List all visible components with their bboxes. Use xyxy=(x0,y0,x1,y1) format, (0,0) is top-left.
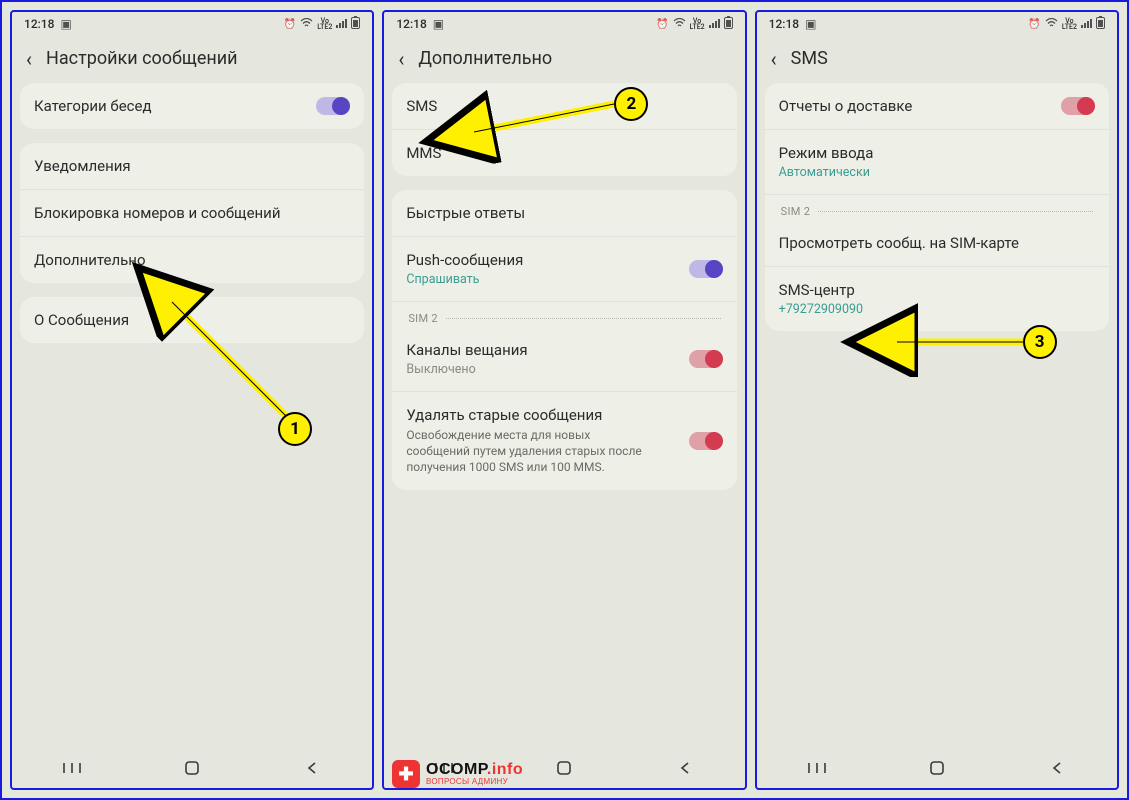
titlebar: ‹ Дополнительно xyxy=(384,36,744,83)
row-sublabel: Выключено xyxy=(406,362,527,377)
row-categories[interactable]: Категории бесед xyxy=(20,83,364,129)
page-title: SMS xyxy=(791,48,828,69)
row-label: О Сообщения xyxy=(34,311,129,329)
row-label: Категории бесед xyxy=(34,97,152,115)
lte-icon: VoLTE2 xyxy=(317,18,332,31)
nav-home-icon[interactable] xyxy=(553,759,575,777)
row-label: Отчеты о доставке xyxy=(779,97,913,115)
row-label: Удалять старые сообщения xyxy=(406,406,656,424)
navbar xyxy=(12,748,372,788)
signal-icon xyxy=(336,18,347,31)
row-sublabel: Спрашивать xyxy=(406,272,523,287)
row-block[interactable]: Блокировка номеров и сообщений xyxy=(20,190,364,237)
row-description: Освобождение места для новых сообщений п… xyxy=(406,427,656,476)
row-label: Уведомления xyxy=(34,157,131,175)
row-label: Режим ввода xyxy=(779,144,874,162)
signal-icon xyxy=(1081,18,1092,31)
titlebar: ‹ SMS xyxy=(757,36,1117,83)
toggle-push[interactable] xyxy=(689,260,723,278)
nav-back-icon[interactable] xyxy=(674,759,696,777)
navbar xyxy=(757,748,1117,788)
row-sublabel: Автоматически xyxy=(779,165,874,180)
watermark-title: OCOMP xyxy=(426,761,487,778)
nav-home-icon[interactable] xyxy=(181,759,203,777)
battery-icon xyxy=(351,16,360,32)
row-delivery-reports[interactable]: Отчеты о доставке xyxy=(765,83,1109,130)
alarm-icon: ⏰ xyxy=(656,19,668,30)
toggle-categories[interactable] xyxy=(316,97,350,115)
alarm-icon: ⏰ xyxy=(284,19,296,30)
battery-icon xyxy=(1096,16,1105,32)
status-bar: 12:18 ▣ ⏰ VoLTE2 xyxy=(757,12,1117,36)
row-label: SMS xyxy=(406,97,437,115)
row-quick-replies[interactable]: Быстрые ответы xyxy=(392,190,736,237)
panel-message-settings: 12:18 ▣ ⏰ VoLTE2 ‹ Настройки сообщений xyxy=(10,10,374,790)
status-time: 12:18 xyxy=(396,17,426,31)
back-icon[interactable]: ‹ xyxy=(771,49,777,69)
status-time: 12:18 xyxy=(24,17,54,31)
toggle-channels[interactable] xyxy=(689,350,723,368)
status-bar: 12:18 ▣ ⏰ VoLTE2 xyxy=(12,12,372,36)
wifi-icon xyxy=(1045,18,1058,31)
nav-recents-icon[interactable] xyxy=(806,759,828,777)
nav-home-icon[interactable] xyxy=(926,759,948,777)
row-label: Push-сообщения xyxy=(406,251,523,269)
picture-icon: ▣ xyxy=(805,17,816,31)
row-label: SMS-центр xyxy=(779,281,863,299)
section-sim2: SIM 2 xyxy=(765,195,1109,220)
row-notifications[interactable]: Уведомления xyxy=(20,143,364,190)
lte-icon: VoLTE2 xyxy=(690,18,705,31)
section-sim2: SIM 2 xyxy=(392,302,736,327)
page-title: Настройки сообщений xyxy=(46,48,238,69)
back-icon[interactable]: ‹ xyxy=(26,49,32,69)
row-label: Просмотреть сообщ. на SIM-карте xyxy=(779,234,1019,252)
wifi-icon xyxy=(673,18,686,31)
annotation-badge-1: 1 xyxy=(278,412,312,446)
row-view-sim[interactable]: Просмотреть сообщ. на SIM-карте xyxy=(765,220,1109,267)
row-push[interactable]: Push-сообщения Спрашивать xyxy=(392,237,736,302)
status-time: 12:18 xyxy=(769,17,799,31)
row-label: Блокировка номеров и сообщений xyxy=(34,204,280,222)
picture-icon: ▣ xyxy=(433,17,444,31)
row-label: Быстрые ответы xyxy=(406,204,525,222)
nav-back-icon[interactable] xyxy=(301,759,323,777)
wifi-icon xyxy=(300,18,313,31)
nav-recents-icon[interactable] xyxy=(61,759,83,777)
watermark-domain: .info xyxy=(487,761,523,778)
signal-icon xyxy=(709,18,720,31)
watermark-subtitle: ВОПРОСЫ АДМИНУ xyxy=(426,778,523,786)
nav-back-icon[interactable] xyxy=(1046,759,1068,777)
row-sublabel: +79272909090 xyxy=(779,302,863,317)
battery-icon xyxy=(724,16,733,32)
row-label: MMS xyxy=(406,144,441,162)
annotation-badge-3: 3 xyxy=(1023,325,1057,359)
watermark: OCOMP.info ВОПРОСЫ АДМИНУ xyxy=(392,760,523,788)
toggle-delivery[interactable] xyxy=(1061,97,1095,115)
panel-advanced: 12:18 ▣ ⏰ VoLTE2 ‹ Дополнительно SMS MMS xyxy=(382,10,746,790)
status-bar: 12:18 ▣ ⏰ VoLTE2 xyxy=(384,12,744,36)
row-label: Каналы вещания xyxy=(406,341,527,359)
toggle-delete-old[interactable] xyxy=(689,432,723,450)
row-delete-old[interactable]: Удалять старые сообщения Освобождение ме… xyxy=(392,392,736,490)
lte-icon: VoLTE2 xyxy=(1062,18,1077,31)
titlebar: ‹ Настройки сообщений xyxy=(12,36,372,83)
row-label: Дополнительно xyxy=(34,251,146,269)
page-title: Дополнительно xyxy=(418,48,552,69)
picture-icon: ▣ xyxy=(60,17,71,31)
row-input-mode[interactable]: Режим ввода Автоматически xyxy=(765,130,1109,195)
panel-sms: 12:18 ▣ ⏰ VoLTE2 ‹ SMS Отчеты о доставке xyxy=(755,10,1119,790)
back-icon[interactable]: ‹ xyxy=(398,49,404,69)
watermark-logo-icon xyxy=(392,760,420,788)
row-channels[interactable]: Каналы вещания Выключено xyxy=(392,327,736,392)
alarm-icon: ⏰ xyxy=(1028,19,1040,30)
